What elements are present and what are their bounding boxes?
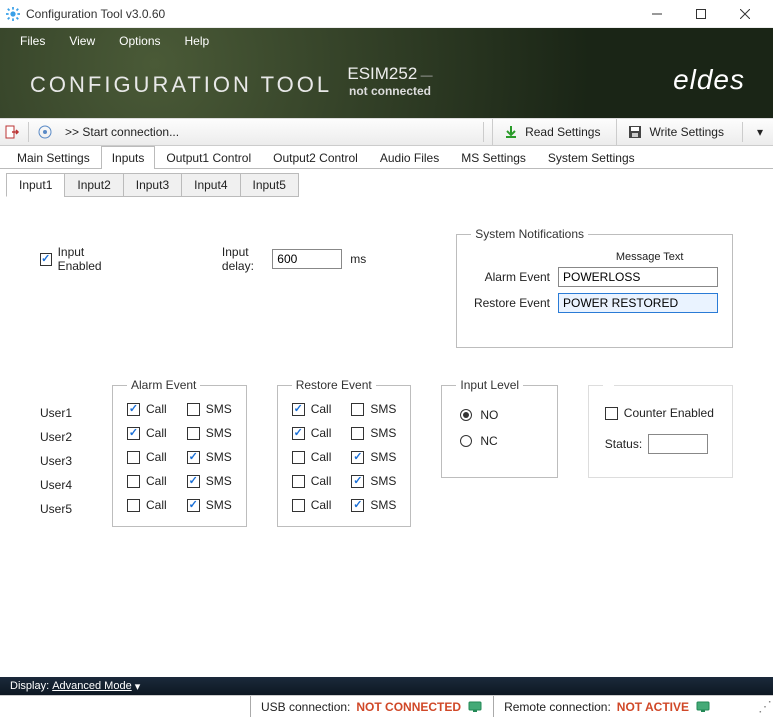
status-bar: USB connection: NOT CONNECTED Remote con… bbox=[0, 695, 773, 717]
tab-input5[interactable]: Input5 bbox=[240, 173, 299, 197]
usb-connection-status: NOT CONNECTED bbox=[356, 700, 461, 714]
brand-logo: eldes bbox=[673, 64, 745, 96]
tab-output2-control[interactable]: Output2 Control bbox=[262, 146, 369, 169]
restore-user3-sms[interactable]: SMS bbox=[351, 450, 396, 464]
alarm-event-group: Alarm Event Call SMS Call SMS Call SMS C… bbox=[112, 378, 247, 527]
app-title: CONFIGURATION TOOL bbox=[30, 72, 332, 98]
input-delay-field[interactable] bbox=[272, 249, 342, 269]
tab-input2[interactable]: Input2 bbox=[64, 173, 123, 197]
chevron-down-icon[interactable]: ▾ bbox=[135, 680, 141, 693]
user-labels: User1 User2 User3 User4 User5 bbox=[40, 406, 72, 516]
remote-connection-cell: Remote connection: NOT ACTIVE bbox=[493, 696, 721, 717]
close-button[interactable] bbox=[723, 0, 767, 28]
system-notifications-group: System Notifications Message Text Alarm … bbox=[456, 227, 733, 348]
exit-icon[interactable] bbox=[4, 124, 20, 140]
restore-user2-call[interactable]: Call bbox=[292, 426, 332, 440]
restore-event-field[interactable] bbox=[558, 293, 718, 313]
alarm-user3-call[interactable]: Call bbox=[127, 450, 167, 464]
minimize-button[interactable] bbox=[635, 0, 679, 28]
user2-label: User2 bbox=[40, 430, 72, 444]
alarm-event-field[interactable] bbox=[558, 267, 718, 287]
content-panel: Input Enabled Input delay: ms System Not… bbox=[0, 197, 773, 677]
user5-label: User5 bbox=[40, 502, 72, 516]
counter-status-field[interactable] bbox=[648, 434, 708, 454]
monitor-icon bbox=[467, 699, 483, 715]
restore-event-group: Restore Event Call SMS Call SMS Call SMS… bbox=[277, 378, 412, 527]
write-settings-button[interactable]: Write Settings bbox=[616, 119, 733, 145]
restore-event-label: Restore Event bbox=[474, 296, 550, 310]
tab-audio-files[interactable]: Audio Files bbox=[369, 146, 450, 169]
restore-user2-sms[interactable]: SMS bbox=[351, 426, 396, 440]
restore-user5-sms[interactable]: SMS bbox=[351, 498, 396, 512]
mode-toggle[interactable]: Advanced Mode bbox=[52, 680, 132, 692]
input-level-no[interactable]: NO bbox=[460, 408, 538, 422]
menu-options[interactable]: Options bbox=[109, 32, 170, 50]
tab-input3[interactable]: Input3 bbox=[123, 173, 182, 197]
alarm-user2-call[interactable]: Call bbox=[127, 426, 167, 440]
input-level-nc[interactable]: NC bbox=[460, 434, 538, 448]
restore-user1-sms[interactable]: SMS bbox=[351, 402, 396, 416]
input-level-group: Input Level NO NC bbox=[441, 378, 557, 478]
user1-label: User1 bbox=[40, 406, 72, 420]
alarm-event-label: Alarm Event bbox=[485, 270, 550, 284]
toolbar-dropdown[interactable]: ▾ bbox=[751, 123, 769, 141]
alarm-user1-sms[interactable]: SMS bbox=[187, 402, 232, 416]
menu-bar: Files View Options Help bbox=[0, 28, 773, 54]
display-label: Display: bbox=[10, 680, 49, 692]
maximize-button[interactable] bbox=[679, 0, 723, 28]
checkmark-icon bbox=[40, 253, 52, 266]
counter-enabled-checkbox[interactable]: Counter Enabled bbox=[605, 406, 716, 420]
connect-icon[interactable] bbox=[37, 124, 53, 140]
input-tabs: Input1 Input2 Input3 Input4 Input5 bbox=[0, 169, 773, 197]
menu-view[interactable]: View bbox=[59, 32, 105, 50]
tab-input4[interactable]: Input4 bbox=[181, 173, 240, 197]
alarm-user4-sms[interactable]: SMS bbox=[187, 474, 232, 488]
alarm-user5-call[interactable]: Call bbox=[127, 498, 167, 512]
start-connection-button[interactable]: >> Start connection... bbox=[59, 123, 185, 141]
device-name: ESIM252 bbox=[347, 64, 417, 83]
tab-input1[interactable]: Input1 bbox=[6, 173, 65, 197]
alarm-user4-call[interactable]: Call bbox=[127, 474, 167, 488]
alarm-user2-sms[interactable]: SMS bbox=[187, 426, 232, 440]
save-icon bbox=[627, 124, 643, 140]
user3-label: User3 bbox=[40, 454, 72, 468]
mode-bar: Display: Advanced Mode ▾ bbox=[0, 677, 773, 695]
tab-inputs[interactable]: Inputs bbox=[101, 146, 156, 169]
title-bar: Configuration Tool v3.0.60 bbox=[0, 0, 773, 28]
tab-ms-settings[interactable]: MS Settings bbox=[450, 146, 537, 169]
message-text-header: Message Text bbox=[581, 251, 718, 263]
monitor-icon bbox=[695, 699, 711, 715]
tab-system-settings[interactable]: System Settings bbox=[537, 146, 646, 169]
counter-status-label: Status: bbox=[605, 437, 642, 451]
input-enabled-checkbox[interactable]: Input Enabled bbox=[40, 245, 122, 273]
header: Files View Options Help CONFIGURATION TO… bbox=[0, 28, 773, 118]
device-status: not connected bbox=[330, 84, 450, 98]
tab-main-settings[interactable]: Main Settings bbox=[6, 146, 101, 169]
input-delay-label: Input delay: bbox=[222, 245, 264, 273]
device-dash: — bbox=[421, 68, 433, 82]
restore-user4-call[interactable]: Call bbox=[292, 474, 332, 488]
menu-files[interactable]: Files bbox=[10, 32, 55, 50]
restore-user5-call[interactable]: Call bbox=[292, 498, 332, 512]
alarm-user3-sms[interactable]: SMS bbox=[187, 450, 232, 464]
remote-connection-status: NOT ACTIVE bbox=[617, 700, 689, 714]
restore-user1-call[interactable]: Call bbox=[292, 402, 332, 416]
alarm-user1-call[interactable]: Call bbox=[127, 402, 167, 416]
user4-label: User4 bbox=[40, 478, 72, 492]
window-title: Configuration Tool v3.0.60 bbox=[26, 7, 635, 21]
main-tabs: Main Settings Inputs Output1 Control Out… bbox=[0, 146, 773, 169]
toolbar: >> Start connection... Read Settings Wri… bbox=[0, 118, 773, 146]
menu-help[interactable]: Help bbox=[175, 32, 220, 50]
restore-user4-sms[interactable]: SMS bbox=[351, 474, 396, 488]
resize-grip-icon[interactable]: ⋰ bbox=[758, 698, 769, 715]
read-settings-button[interactable]: Read Settings bbox=[492, 119, 610, 145]
tab-output1-control[interactable]: Output1 Control bbox=[155, 146, 262, 169]
app-gear-icon bbox=[6, 7, 20, 21]
restore-user3-call[interactable]: Call bbox=[292, 450, 332, 464]
counter-group: . Counter Enabled Status: bbox=[588, 378, 733, 478]
download-icon bbox=[503, 124, 519, 140]
input-delay-unit: ms bbox=[350, 252, 366, 266]
alarm-user5-sms[interactable]: SMS bbox=[187, 498, 232, 512]
usb-connection-cell: USB connection: NOT CONNECTED bbox=[250, 696, 493, 717]
